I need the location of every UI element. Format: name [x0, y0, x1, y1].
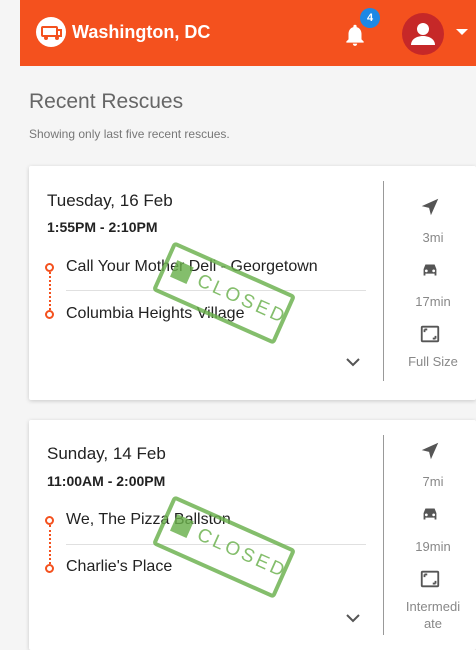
car-icon	[423, 264, 437, 276]
city-selector[interactable]: Washington, DC	[72, 22, 210, 43]
card-divider	[383, 435, 384, 635]
vehicle-size-icon	[420, 325, 440, 343]
vehicle-size-icon	[420, 570, 440, 588]
pickup-dot-icon	[45, 516, 54, 525]
vehicle-size-value: Intermediate	[405, 599, 461, 631]
card-divider	[383, 181, 384, 381]
app-logo-icon[interactable]	[36, 17, 66, 47]
closed-stamp: CLOSED	[151, 241, 297, 345]
rescue-date: Sunday, 14 Feb	[47, 444, 166, 463]
distance-value: 3mi	[422, 230, 444, 245]
account-menu-caret-icon[interactable]	[456, 29, 468, 35]
page-subtitle: Showing only last five recent rescues.	[29, 127, 230, 141]
duration-value: 17min	[415, 294, 451, 309]
distance-navigation-icon	[421, 442, 439, 460]
expand-chevron-icon[interactable]	[345, 356, 361, 368]
user-avatar[interactable]	[402, 13, 444, 55]
app-header: Washington, DC 4	[20, 0, 476, 66]
lock-icon	[169, 260, 194, 284]
status-text: CLOSED	[193, 524, 291, 583]
expand-chevron-icon[interactable]	[345, 612, 361, 624]
car-icon	[423, 508, 437, 520]
notification-count-badge: 4	[360, 8, 380, 28]
rescue-card[interactable]: Sunday, 14 Feb 11:00AM - 2:00PM We, The …	[29, 420, 476, 650]
rescue-time: 11:00AM - 2:00PM	[47, 473, 166, 489]
user-icon	[411, 23, 435, 45]
rescue-card[interactable]: Tuesday, 16 Feb 1:55PM - 2:10PM Call You…	[29, 166, 476, 400]
rescue-date: Tuesday, 16 Feb	[47, 191, 173, 210]
vehicle-size-value: Full Size	[408, 354, 458, 369]
route-line	[49, 272, 51, 310]
pickup-dot-icon	[45, 263, 54, 272]
route-line	[49, 525, 51, 564]
dropoff-location: Charlie's Place	[66, 558, 173, 575]
rescue-time: 1:55PM - 2:10PM	[47, 219, 158, 235]
lock-icon	[169, 514, 194, 538]
page-title: Recent Rescues	[29, 90, 184, 113]
dropoff-dot-icon	[45, 564, 54, 573]
dropoff-dot-icon	[45, 310, 54, 319]
distance-value: 7mi	[422, 474, 444, 489]
duration-value: 19min	[415, 539, 451, 554]
distance-navigation-icon	[421, 198, 439, 216]
